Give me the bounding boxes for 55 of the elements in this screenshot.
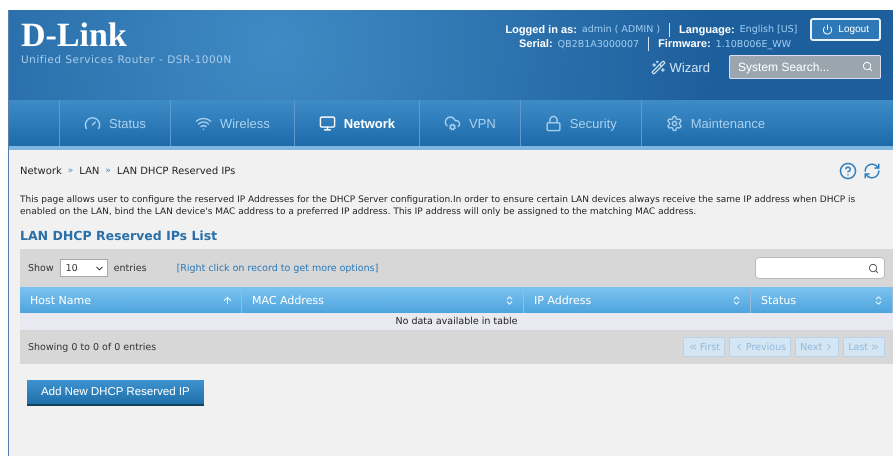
breadcrumb-item[interactable]: LAN: [79, 166, 100, 176]
wizard-link[interactable]: Wizard: [650, 60, 710, 74]
serial-label: Serial:: [519, 38, 553, 50]
firmware-label: Firmware:: [658, 38, 711, 50]
add-reserved-ip-button[interactable]: Add New DHCP Reserved IP: [27, 380, 204, 406]
language-label: Language:: [679, 24, 735, 36]
section-title: LAN DHCP Reserved IPs List: [20, 228, 218, 243]
breadcrumb-item[interactable]: Network: [20, 166, 62, 176]
nav-tab[interactable]: VPN: [419, 100, 520, 146]
table-info: Showing 0 to 0 of 0 entries: [28, 342, 156, 352]
search-icon: [862, 61, 873, 72]
show-label: Show: [28, 262, 54, 274]
empty-table-message: No data available in table: [20, 313, 893, 330]
chevron-icon: [688, 342, 698, 352]
sort-icon: [504, 294, 515, 306]
column-header[interactable]: Host Name: [20, 287, 242, 313]
power-icon: [822, 24, 834, 35]
logo: D-Link: [21, 18, 128, 54]
breadcrumb-item[interactable]: LAN DHCP Reserved IPs: [116, 166, 236, 176]
column-header[interactable]: MAC Address: [242, 287, 524, 313]
entries-label: entries: [114, 262, 147, 274]
nav-tab[interactable]: Network: [294, 100, 419, 146]
user-name: admin ( ADMIN ): [582, 24, 660, 35]
column-header[interactable]: Status: [751, 287, 893, 313]
lock-icon: [544, 114, 562, 132]
refresh-icon[interactable]: [863, 162, 881, 180]
column-header[interactable]: IP Address: [524, 287, 751, 313]
monitor-icon: [318, 114, 336, 132]
search-icon: [868, 262, 879, 274]
table-hint: [Right click on record to get more options]: [176, 262, 380, 274]
sort-icon: [873, 294, 884, 306]
logout-button[interactable]: Logout: [810, 18, 881, 41]
nav-tab[interactable]: Status: [59, 100, 170, 146]
breadcrumb-separator: »: [68, 166, 74, 176]
firmware-value: 1.10B006E_WW: [716, 38, 791, 50]
logged-in-label: Logged in as:: [505, 24, 577, 36]
product-subtitle: Unified Services Router - DSR-1000N: [21, 54, 232, 66]
page-description: This page allows user to configure the reserved IP Addresses for the DHCP Server configuration.In order to ensure certain LAN devices always receive the same IP address when DHCP is enabled on the LAN, bind the LAN device's MAC address to a preferred IP address. This IP address will only be assigned to the matching MAC address.: [20, 194, 856, 218]
sort-icon: [731, 294, 742, 306]
filter-field[interactable]: [755, 257, 885, 279]
chevron-icon: [870, 342, 880, 352]
wand-icon: [650, 60, 666, 74]
page-size-select[interactable]: 10: [60, 259, 108, 277]
serial-value: QB2B1A3000007: [558, 38, 640, 50]
nav-tab[interactable]: Wireless: [170, 100, 294, 146]
gear-icon: [666, 114, 683, 132]
nav-tab[interactable]: Security: [520, 100, 641, 146]
cloud-icon: [444, 114, 461, 132]
help-icon[interactable]: [839, 162, 857, 180]
sort-ascending-icon: [222, 294, 233, 306]
breadcrumb-separator: »: [105, 166, 111, 176]
gauge-icon: [84, 114, 101, 132]
language-value[interactable]: English [US]: [740, 24, 798, 35]
nav-tab[interactable]: Maintenance: [640, 100, 790, 146]
search-field[interactable]: System Search...: [729, 55, 881, 79]
